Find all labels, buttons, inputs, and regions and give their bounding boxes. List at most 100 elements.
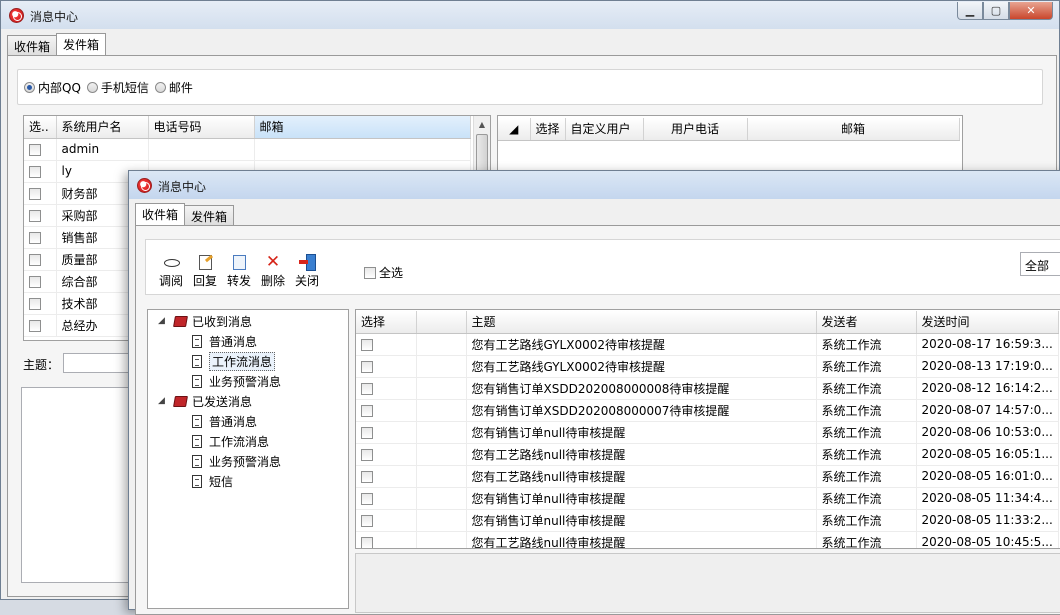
reply-icon (196, 254, 214, 270)
row-checkbox[interactable] (361, 492, 373, 505)
row-checkbox[interactable] (361, 514, 373, 527)
col-custom-user[interactable]: 自定义用户 (565, 118, 644, 141)
col-select[interactable]: 选择 (356, 311, 417, 334)
tree-node-sent[interactable]: ◢ 已发送消息 (158, 392, 252, 410)
scroll-thumb[interactable] (476, 134, 488, 174)
close-button[interactable]: ✕ (1009, 2, 1053, 20)
collapse-icon[interactable]: ◢ (158, 316, 168, 326)
tab-outbox[interactable]: 发件箱 (184, 205, 235, 225)
tab-inbox[interactable]: 收件箱 (135, 203, 186, 225)
table-row[interactable]: 您有工艺路线null待审核提醒 系统工作流 2020-08-05 10:45:5..… (356, 531, 1059, 548)
tree-node-received-workflow[interactable]: 工作流消息 (192, 351, 276, 371)
col-sender[interactable]: 发送者 (816, 311, 917, 334)
col-subject[interactable]: 主题 (466, 311, 817, 334)
subject-cell: 您有工艺路线GYLX0002待审核提醒 (466, 333, 817, 356)
table-row[interactable]: 您有工艺路线GYLX0002待审核提醒 系统工作流 2020-08-13 17:19… (356, 355, 1059, 378)
app-icon (9, 8, 24, 23)
row-checkbox[interactable] (29, 165, 41, 178)
tree-node-received-normal[interactable]: 普通消息 (192, 332, 257, 350)
radio-sms[interactable]: 手机短信 (86, 79, 149, 96)
radio-internal-qq[interactable]: 内部QQ (24, 79, 81, 96)
table-row[interactable]: 您有工艺路线null待审核提醒 系统工作流 2020-08-05 16:01:0..… (356, 465, 1059, 488)
table-row[interactable]: 您有销售订单null待审核提醒 系统工作流 2020-08-06 10:53:0..… (356, 421, 1059, 444)
row-checkbox[interactable] (361, 360, 373, 373)
maximize-button[interactable]: ▢ (983, 2, 1009, 20)
phone-cell (148, 138, 255, 161)
col-username[interactable]: 系统用户名 (56, 116, 149, 139)
col-email[interactable]: 邮箱 (747, 118, 960, 141)
row-checkbox[interactable] (29, 231, 41, 244)
sender-cell: 系统工作流 (816, 531, 917, 548)
forward-label: 转发 (226, 274, 251, 288)
tab-inbox[interactable]: 收件箱 (7, 35, 58, 55)
col-phone[interactable]: 电话号码 (148, 116, 255, 139)
row-indicator-col: ◢ (498, 118, 531, 141)
forward-button[interactable]: 转发 (222, 254, 256, 289)
table-row[interactable]: admin (24, 138, 471, 161)
time-cell: 2020-08-06 10:53:0... (916, 421, 1059, 444)
row-checkbox[interactable] (361, 536, 373, 548)
select-all-label: 全选 (379, 266, 404, 280)
table-row[interactable]: 您有工艺路线GYLX0002待审核提醒 系统工作流 2020-08-17 16:59… (356, 333, 1059, 356)
delete-button[interactable]: ✕ 删除 (256, 254, 290, 289)
row-checkbox[interactable] (361, 426, 373, 439)
tree-node-label: 已发送消息 (192, 394, 253, 409)
grid-header-row: ◢ 选择 自定义用户 用户电话 邮箱 (498, 118, 960, 141)
row-checkbox[interactable] (361, 338, 373, 351)
sender-cell: 系统工作流 (816, 509, 917, 532)
scroll-up-icon[interactable]: ▲ (474, 116, 490, 133)
row-checkbox[interactable] (361, 448, 373, 461)
radio-email[interactable]: 邮件 (154, 79, 193, 96)
tree-node-sent-normal[interactable]: 普通消息 (192, 412, 257, 430)
read-button[interactable]: 调阅 (154, 254, 188, 289)
close-window-button[interactable]: 关闭 (290, 254, 324, 289)
row-checkbox[interactable] (29, 187, 41, 200)
time-cell: 2020-08-05 11:33:2... (916, 509, 1059, 532)
title-bar[interactable]: 消息中心 (129, 171, 1060, 199)
recipient-grid: ◢ 选择 自定义用户 用户电话 邮箱 (497, 115, 963, 175)
row-checkbox[interactable] (29, 143, 41, 156)
row-checkbox[interactable] (361, 404, 373, 417)
title-bar[interactable]: 消息中心 ▁ ▢ ✕ (1, 1, 1059, 29)
col-send-time[interactable]: 发送时间 (916, 311, 1059, 334)
message-filter-select[interactable]: 全部 (1020, 252, 1060, 276)
row-checkbox[interactable] (29, 275, 41, 288)
tree-node-received-alert[interactable]: 业务预警消息 (192, 372, 281, 390)
row-checkbox[interactable] (29, 297, 41, 310)
table-row[interactable]: 您有销售订单null待审核提醒 系统工作流 2020-08-05 11:34:4..… (356, 487, 1059, 510)
tree-node-sent-alert[interactable]: 业务预警消息 (192, 452, 281, 470)
subject-cell: 您有工艺路线null待审核提醒 (466, 443, 817, 466)
message-center-window-front: 消息中心 收件箱 发件箱 调阅 回复 转发 ✕ 删除 关闭 全选 全部 ◢ 已收… (128, 170, 1060, 615)
tree-node-label: 普通消息 (209, 414, 258, 429)
row-checkbox[interactable] (29, 209, 41, 222)
email-cell (254, 138, 471, 161)
reply-button[interactable]: 回复 (188, 254, 222, 289)
table-row[interactable]: 您有销售订单null待审核提醒 系统工作流 2020-08-05 11:33:2..… (356, 509, 1059, 532)
col-email[interactable]: 邮箱 (254, 116, 471, 139)
col-select[interactable]: 选.. (24, 116, 57, 139)
send-mode-group: 内部QQ 手机短信 邮件 (17, 69, 1043, 105)
row-checkbox[interactable] (361, 382, 373, 395)
tab-outbox[interactable]: 发件箱 (56, 33, 107, 55)
row-checkbox[interactable] (29, 319, 41, 332)
subject-cell: 您有销售订单XSDD202008000008待审核提醒 (466, 377, 817, 400)
row-checkbox[interactable] (361, 470, 373, 483)
message-body-input[interactable] (21, 387, 141, 583)
tree-node-sent-sms[interactable]: 短信 (192, 472, 233, 490)
collapse-icon[interactable]: ◢ (158, 396, 168, 406)
col-select[interactable]: 选择 (530, 118, 566, 141)
minimize-button[interactable]: ▁ (957, 2, 983, 20)
delete-icon: ✕ (265, 252, 281, 272)
tree-node-received[interactable]: ◢ 已收到消息 (158, 312, 252, 330)
document-icon (192, 334, 202, 348)
row-checkbox[interactable] (29, 253, 41, 266)
window-title: 消息中心 (158, 180, 207, 194)
table-row[interactable]: 您有销售订单XSDD202008000008待审核提醒 系统工作流 2020-08-… (356, 377, 1059, 400)
table-row[interactable]: 您有工艺路线null待审核提醒 系统工作流 2020-08-05 16:05:1..… (356, 443, 1059, 466)
col-user-phone[interactable]: 用户电话 (643, 118, 748, 141)
tree-node-sent-workflow[interactable]: 工作流消息 (192, 432, 269, 450)
document-icon (192, 374, 202, 388)
table-row[interactable]: 您有销售订单XSDD202008000007待审核提醒 系统工作流 2020-08-… (356, 399, 1059, 422)
col-spacer (416, 311, 467, 334)
select-all-checkbox[interactable]: 全选 (364, 264, 403, 281)
